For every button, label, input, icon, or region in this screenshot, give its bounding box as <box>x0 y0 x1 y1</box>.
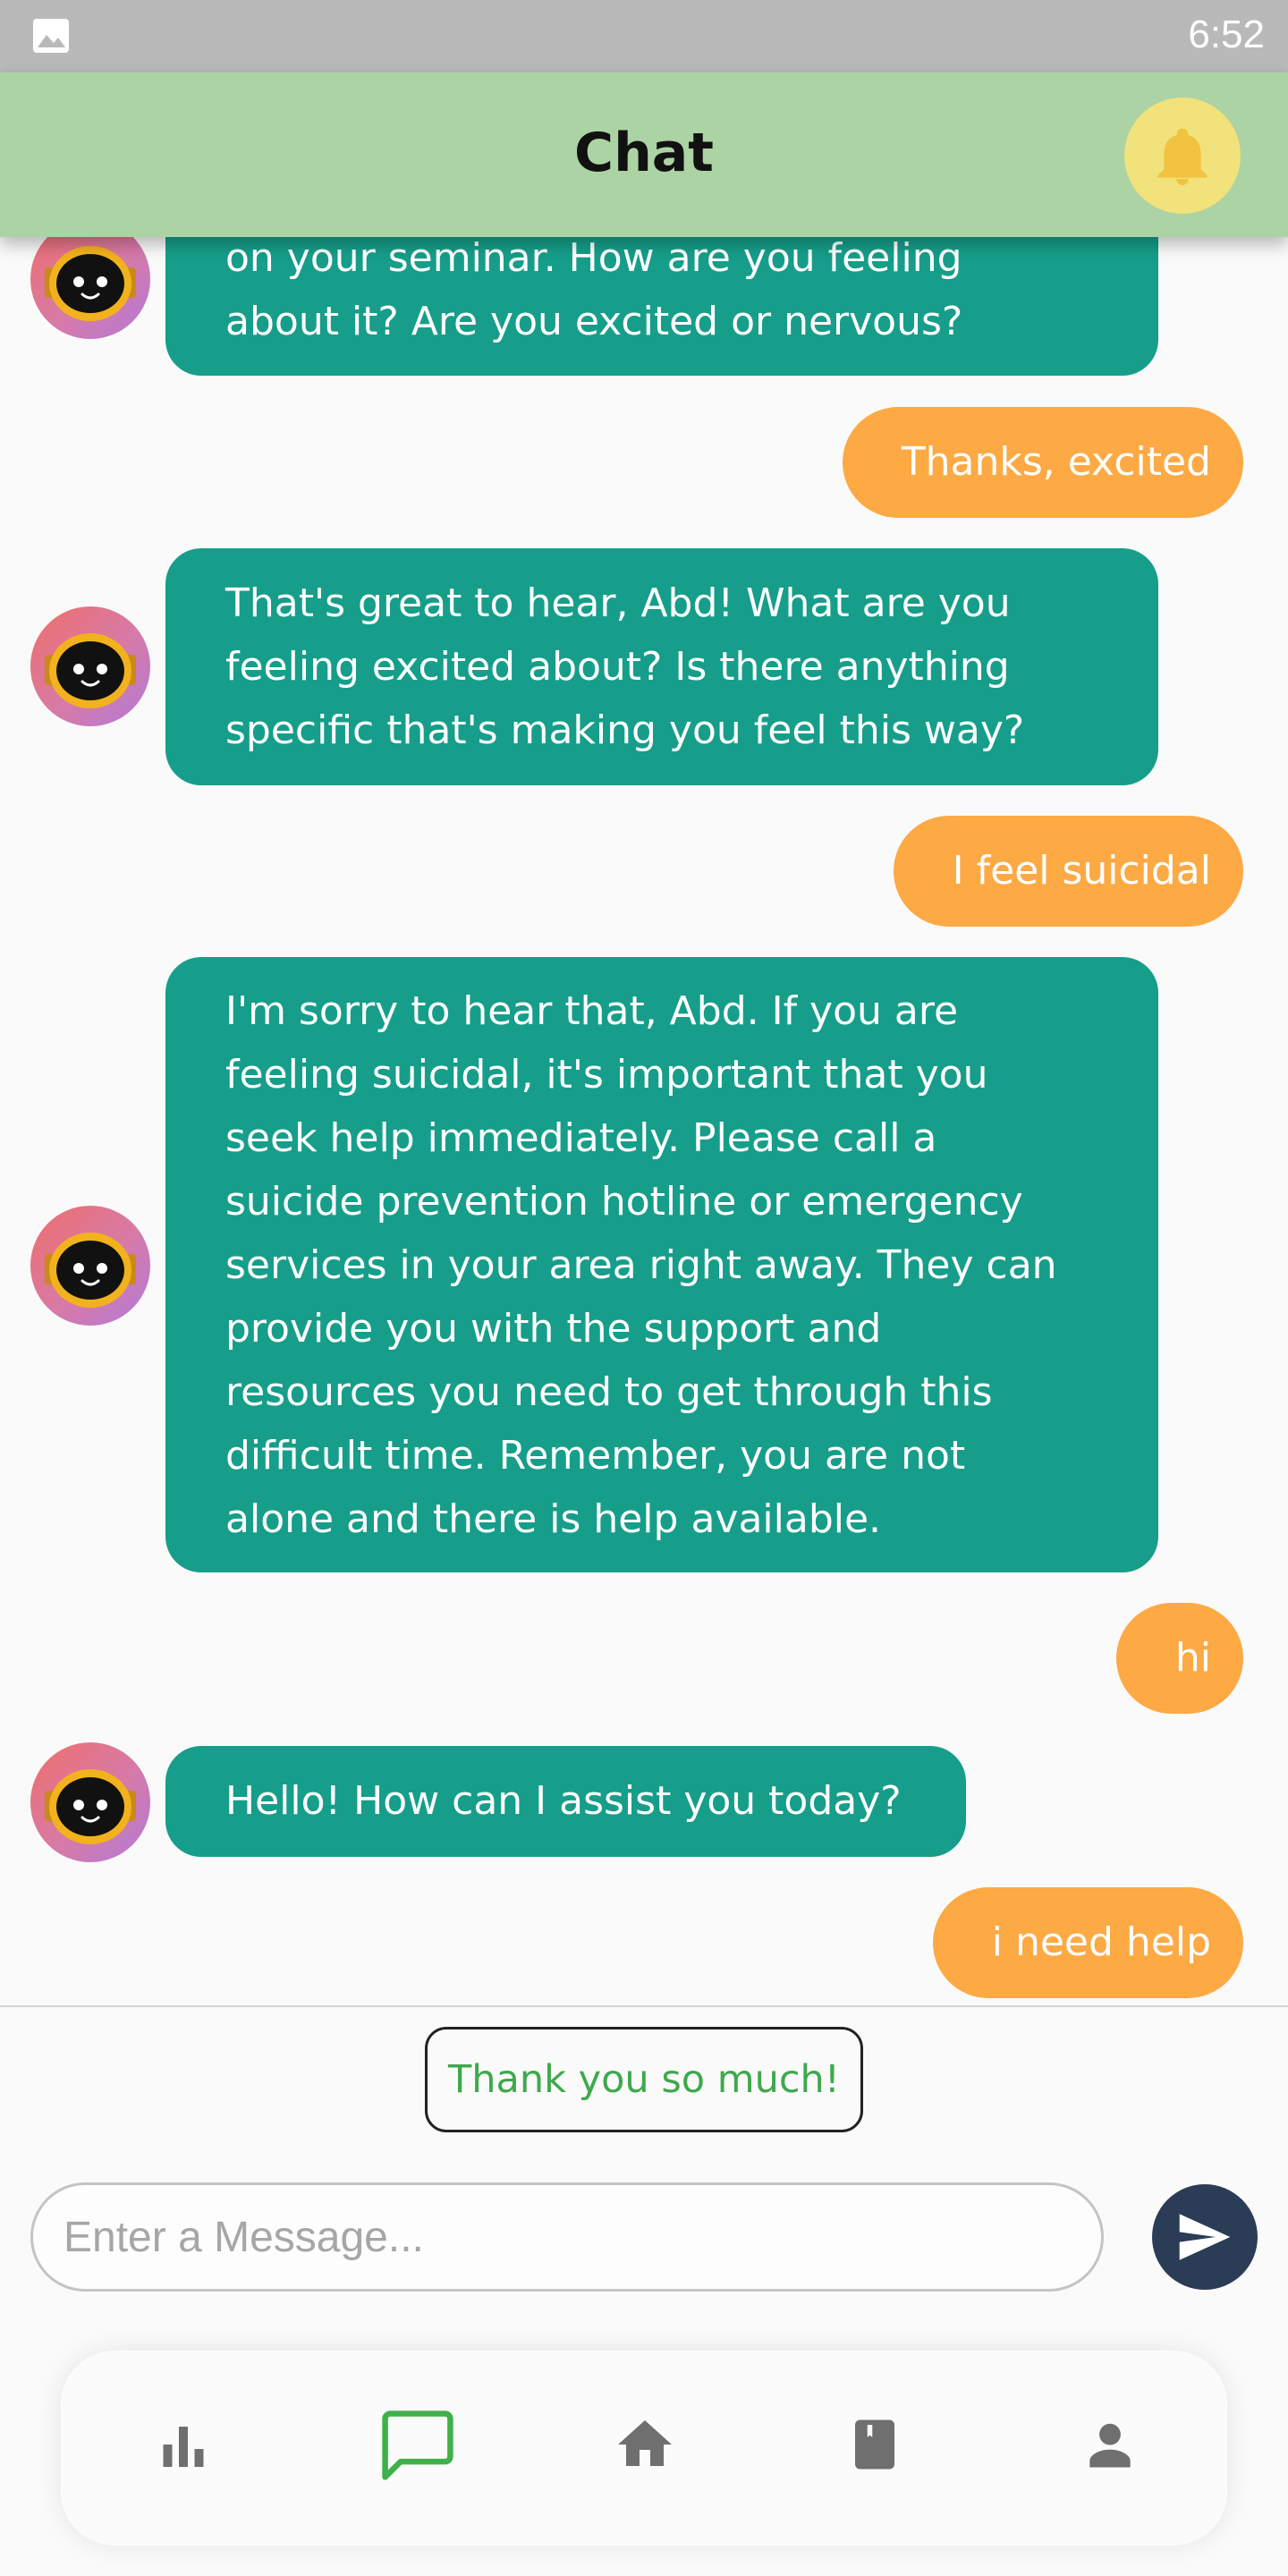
bot-message: on your seminar. How are you feeling abo… <box>165 237 1158 376</box>
bot-avatar <box>30 237 150 339</box>
notifications-button[interactable] <box>1124 97 1241 214</box>
chat-icon <box>382 2411 453 2480</box>
chat-message-list[interactable]: on your seminar. How are you feeling abo… <box>0 237 1288 2006</box>
composer-divider <box>0 2005 1288 2007</box>
send-button[interactable] <box>1152 2184 1258 2290</box>
page-title: Chat <box>574 122 714 184</box>
nav-item-chat[interactable] <box>369 2395 467 2494</box>
bot-avatar <box>30 1206 150 1326</box>
message-line: resources you need to get through this <box>225 1369 993 1415</box>
suggestion-chip[interactable]: Thank you so much! <box>425 2027 863 2132</box>
message-line: That's great to hear, Abd! What are you <box>225 580 1011 626</box>
user-message: Thanks, excited <box>842 407 1243 518</box>
nav-item-stats[interactable] <box>134 2395 233 2494</box>
status-time: 6:52 <box>1188 13 1265 56</box>
bot-message: That's great to hear, Abd! What are you … <box>165 548 1158 785</box>
nav-item-journal[interactable] <box>826 2395 924 2494</box>
status-bar: 6:52 <box>0 0 1288 72</box>
bot-avatar <box>30 606 150 726</box>
message-line: feeling excited about? Is there anything <box>225 644 1010 690</box>
message-line: suicide prevention hotline or emergency <box>225 1179 1023 1224</box>
nav-item-profile[interactable] <box>1061 2395 1159 2494</box>
message-line: alone and there is help available. <box>225 1496 882 1542</box>
message-line: feeling suicidal, it's important that yo… <box>225 1052 988 1097</box>
robot-face-icon <box>45 633 136 708</box>
user-message: I feel suicidal <box>893 816 1243 927</box>
message-input[interactable] <box>30 2182 1104 2292</box>
robot-face-icon <box>45 1233 136 1308</box>
nav-item-home[interactable] <box>596 2395 694 2494</box>
user-message: hi <box>1115 1603 1243 1714</box>
bell-icon <box>1157 128 1208 185</box>
message-line: difficult time. Remember, you are not <box>225 1433 966 1479</box>
user-message: i need help <box>932 1887 1243 1998</box>
message-line: services in your area right away. They c… <box>225 1242 1057 1288</box>
message-line: I'm sorry to hear that, Abd. If you are <box>225 988 959 1034</box>
bot-message: I'm sorry to hear that, Abd. If you are … <box>165 957 1158 1572</box>
bar-chart-icon <box>163 2427 204 2467</box>
person-icon <box>1089 2423 1131 2468</box>
message-line: specific that's making you feel this way… <box>225 708 1025 753</box>
bot-message: Hello! How can I assist you today? <box>165 1746 966 1857</box>
book-icon <box>855 2419 894 2470</box>
home-icon <box>618 2420 672 2466</box>
robot-face-icon <box>45 246 136 321</box>
message-line: seek help immediately. Please call a <box>225 1115 937 1161</box>
message-line: on your seminar. How are you feeling <box>225 237 962 281</box>
image-icon <box>33 19 69 53</box>
bottom-navigation <box>61 2351 1227 2546</box>
message-line: about it? Are you excited or nervous? <box>225 299 963 344</box>
message-line: Hello! How can I assist you today? <box>225 1778 902 1824</box>
message-line: provide you with the support and <box>225 1306 882 1352</box>
bot-avatar <box>30 1742 150 1862</box>
send-icon <box>1179 2214 1231 2260</box>
app-header: Chat <box>0 72 1288 237</box>
robot-face-icon <box>45 1769 136 1844</box>
